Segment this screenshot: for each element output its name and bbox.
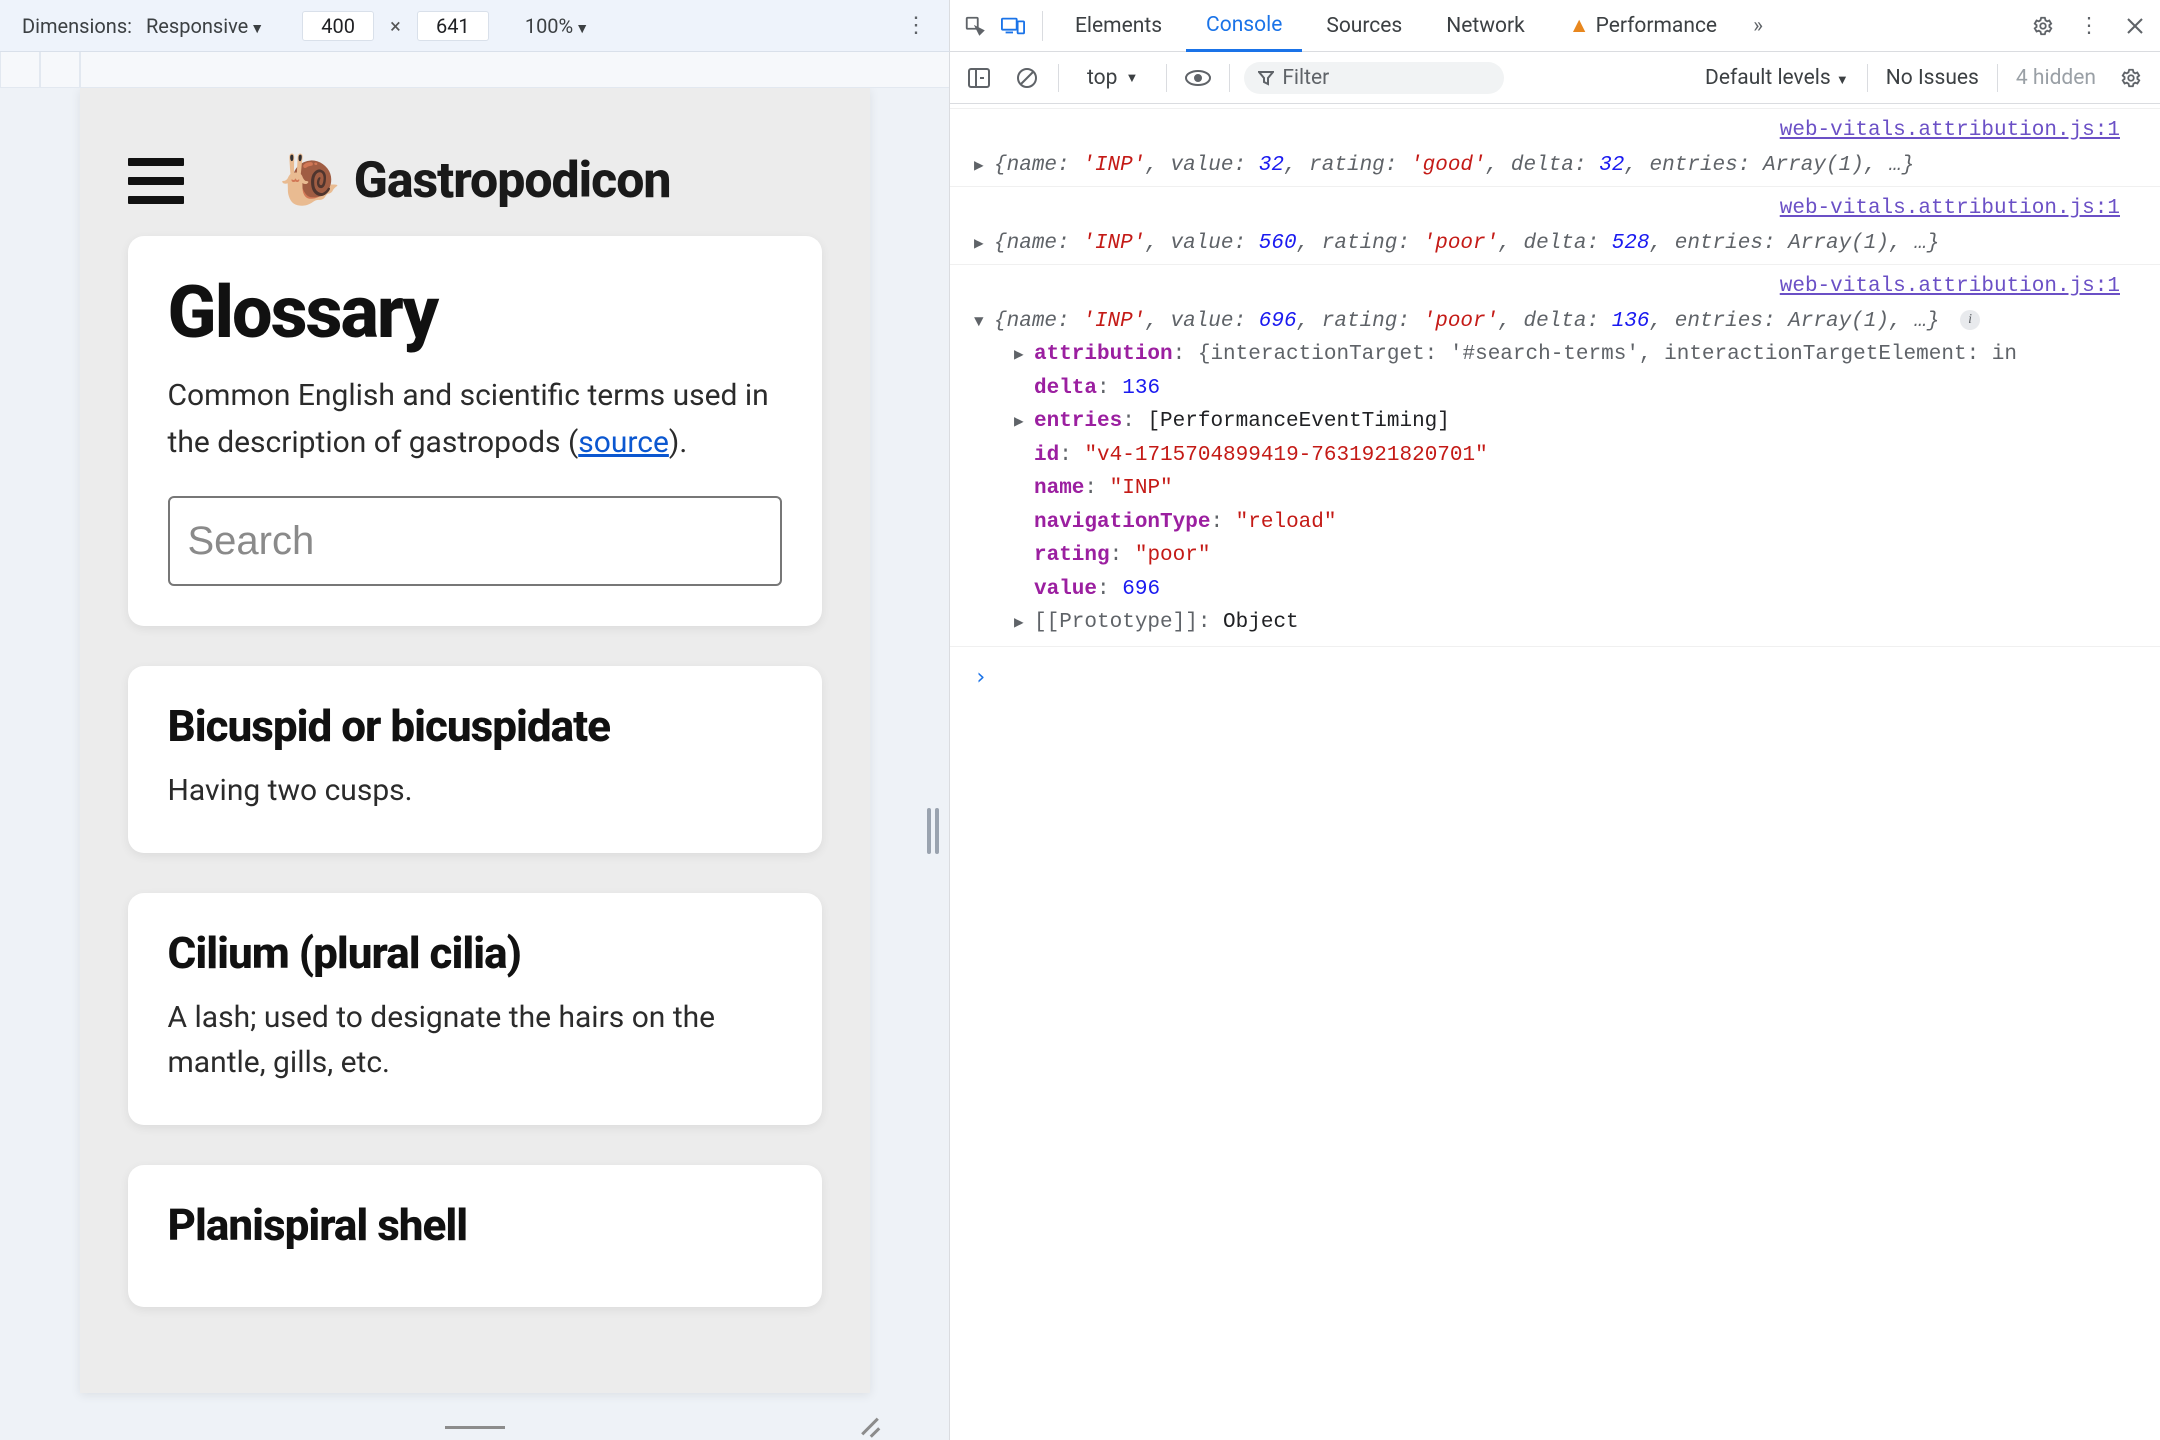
close-devtools-icon[interactable] [2118,9,2152,43]
warning-icon: ▲ [1569,14,1590,38]
device-options-menu[interactable]: ⋮ [897,13,935,38]
glossary-card: Glossary Common English and scientific t… [128,236,822,626]
menu-icon[interactable] [128,158,184,204]
viewport-width-input[interactable]: 400 [302,11,374,41]
tab-performance[interactable]: ▲Performance [1549,0,1737,51]
log-entry[interactable]: ▶ {name: 'INP', value: 32, rating: 'good… [950,149,2160,183]
log-entry[interactable]: ▶ {name: 'INP', value: 560, rating: 'poo… [950,227,2160,261]
console-prompt[interactable]: › [950,651,2160,694]
brand-name: Gastropodicon [354,152,671,210]
expand-icon[interactable]: ▶ [974,228,994,256]
entry-card: Planispiral shell [128,1165,822,1307]
console-settings-icon[interactable] [2114,61,2148,95]
source-link[interactable]: web-vitals.attribution.js:1 [1780,197,2120,220]
live-expression-icon[interactable] [1181,61,1215,95]
entry-term: Bicuspid or bicuspidate [168,700,782,752]
brand: 🐌 Gastropodicon [279,152,671,210]
device-select[interactable]: Responsive▼ [146,14,264,38]
viewport-height-input[interactable]: 641 [417,11,489,41]
settings-icon[interactable] [2026,9,2060,43]
object-property[interactable]: rating: "poor" [968,539,2160,573]
entry-term: Planispiral shell [168,1199,782,1251]
expand-icon[interactable]: ▶ [974,150,994,178]
toggle-console-sidebar-icon[interactable] [962,61,996,95]
times-glyph: × [384,14,407,38]
resize-handle-corner[interactable] [857,1410,881,1434]
source-link[interactable]: source [578,425,669,460]
more-options-icon[interactable]: ⋮ [2072,9,2106,43]
entry-card: Cilium (plural cilia) A lash; used to de… [128,893,822,1125]
emulated-viewport[interactable]: 🐌 Gastropodicon Glossary Common English … [80,88,870,1393]
console-filter-input[interactable]: Filter [1244,62,1504,94]
entry-definition: A lash; used to designate the hairs on t… [168,995,782,1085]
entry-card: Bicuspid or bicuspidate Having two cusps… [128,666,822,853]
source-link[interactable]: web-vitals.attribution.js:1 [1780,119,2120,142]
tab-network[interactable]: Network [1426,0,1545,51]
tab-elements[interactable]: Elements [1055,0,1182,51]
ruler-bar [0,52,949,88]
object-property[interactable]: id: "v4-1715704899419-7631921820701" [968,439,2160,473]
tabs-overflow-icon[interactable]: » [1741,9,1775,43]
object-property[interactable]: ▶entries: [PerformanceEventTiming] [968,405,2160,439]
log-entry[interactable]: ▼ {name: 'INP', value: 696, rating: 'poo… [950,305,2160,339]
object-property[interactable]: name: "INP" [968,472,2160,506]
snail-icon: 🐌 [279,156,340,206]
search-input[interactable] [168,496,782,586]
divider [1997,64,1998,92]
clear-console-icon[interactable] [1010,61,1044,95]
entry-definition: Having two cusps. [168,768,782,813]
log-levels-select[interactable]: Default levels ▼ [1705,66,1849,90]
divider [1058,64,1059,92]
divider [1229,64,1230,92]
info-icon[interactable]: i [1960,310,1980,330]
object-property[interactable]: value: 696 [968,573,2160,607]
object-property[interactable]: ▶[[Prototype]]: Object [968,606,2160,640]
issues-link[interactable]: No Issues [1886,66,1979,90]
console-output[interactable]: web-vitals.attribution.js:1 ▶ {name: 'IN… [950,104,2160,1440]
divider [1867,64,1868,92]
divider [1166,64,1167,92]
object-property[interactable]: navigationType: "reload" [968,506,2160,540]
hidden-count: 4 hidden [2016,66,2096,90]
entry-term: Cilium (plural cilia) [168,927,782,979]
tab-sources[interactable]: Sources [1306,0,1422,51]
glossary-intro: Common English and scientific terms used… [168,373,782,466]
resize-handle-right[interactable] [927,808,941,854]
resize-handle-bottom[interactable] [440,1426,510,1436]
page-title: Glossary [168,270,782,355]
zoom-select[interactable]: 100%▼ [525,14,589,38]
source-link[interactable]: web-vitals.attribution.js:1 [1780,275,2120,298]
context-select[interactable]: top ▼ [1073,62,1152,94]
dimensions-label: Dimensions: [22,14,132,38]
inspect-element-icon[interactable] [958,9,992,43]
object-property[interactable]: delta: 136 [968,372,2160,406]
tab-console[interactable]: Console [1186,1,1302,52]
toggle-device-toolbar-icon[interactable] [996,9,1030,43]
object-property[interactable]: ▶attribution: {interactionTarget: '#sear… [968,338,2160,372]
divider [1042,11,1043,41]
collapse-icon[interactable]: ▼ [974,306,994,334]
